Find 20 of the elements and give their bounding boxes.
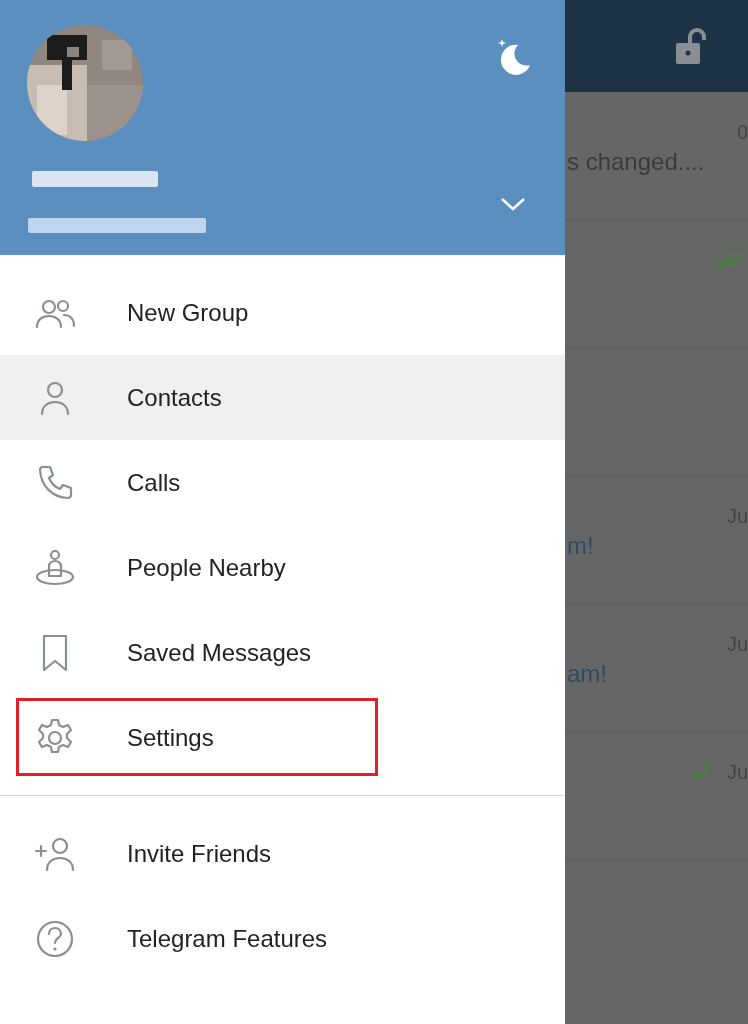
menu-label: New Group (127, 298, 249, 327)
chat-preview: am! (567, 660, 608, 688)
chevron-down-icon[interactable] (500, 196, 526, 212)
menu-label: Telegram Features (127, 924, 328, 953)
menu-item[interactable]: New Group (0, 270, 565, 355)
menu-label: Invite Friends (127, 839, 272, 868)
menu-item[interactable]: Calls (0, 440, 565, 525)
menu-item[interactable]: Settings (0, 695, 565, 780)
menu-item[interactable]: Contacts (0, 355, 565, 440)
unlocked-padlock-icon[interactable] (674, 26, 708, 66)
menu-label: Calls (127, 468, 181, 497)
chat-preview: m! (567, 532, 595, 560)
menu-label: People Nearby (127, 553, 286, 582)
menu-label: Saved Messages (127, 638, 312, 667)
menu-item[interactable]: People Nearby (0, 525, 565, 610)
menu-item[interactable]: Saved Messages (0, 610, 565, 695)
menu-item[interactable]: Invite Friends (0, 811, 565, 896)
menu-label: Contacts (127, 383, 222, 412)
menu-item[interactable]: Telegram Features (0, 896, 565, 981)
menu-label: Settings (127, 723, 214, 752)
